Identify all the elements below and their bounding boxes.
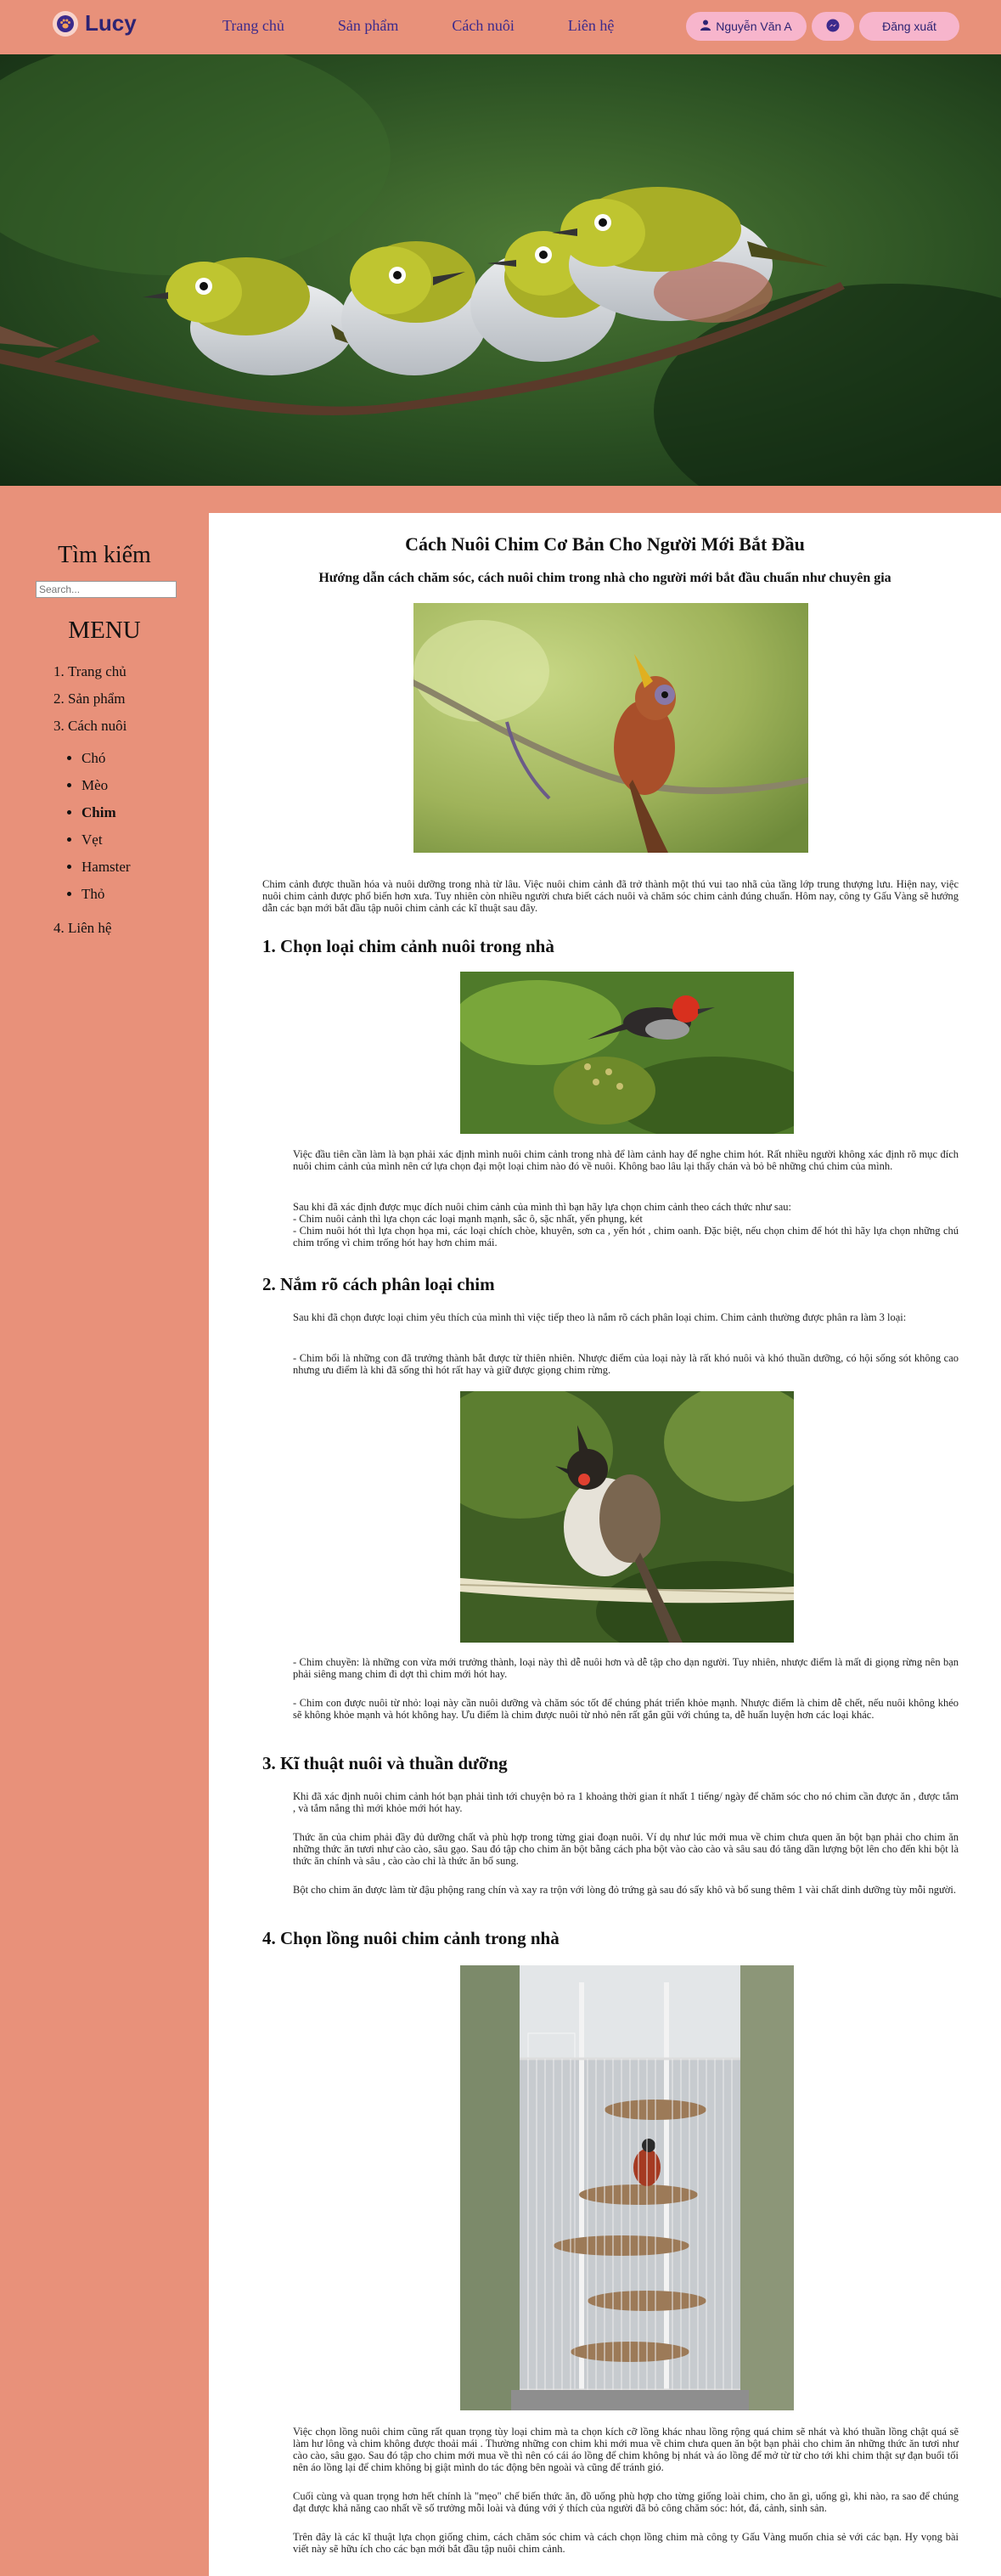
submenu-item-bird[interactable]: Chim <box>82 804 209 821</box>
section-1-paragraph-2: Sau khi đã xác định được mục đích nuôi c… <box>293 1201 792 1213</box>
search-title: Tìm kiếm <box>58 542 151 568</box>
sidebar-submenu: Chó Mèo Chim Vẹt Hamster Thỏ <box>68 750 209 903</box>
submenu-item-cat[interactable]: Mèo <box>82 777 209 794</box>
section-3-paragraph-3: Bột cho chim ăn được làm từ đậu phộng ra… <box>293 1884 957 1896</box>
nav-contact[interactable]: Liên hệ <box>568 17 614 35</box>
sidebar: Tìm kiếm MENU Trang chủ Sản phẩm Cách nu… <box>0 513 209 947</box>
section-2-paragraph-3: - Chim chuyền: là những con vừa mới trưở… <box>293 1656 959 1680</box>
section-2-paragraph-4: - Chim con được nuôi từ nhỏ: loại này cầ… <box>293 1697 959 1721</box>
submenu-item-hamster[interactable]: Hamster <box>82 859 209 876</box>
section-4-paragraph-3: Trên đây là các kĩ thuật lựa chọn giống … <box>293 2531 959 2555</box>
logout-button[interactable]: Đăng xuất <box>859 12 959 41</box>
article-title: Cách Nuôi Chim Cơ Bản Cho Người Mới Bắt … <box>405 533 805 555</box>
user-name: Nguyễn Văn A <box>716 20 792 33</box>
section-2-paragraph-2: - Chim bổi là những con đã trưởng thành … <box>293 1352 959 1376</box>
sidebar-item-care[interactable]: Cách nuôi Chó Mèo Chim Vẹt Hamster Thỏ <box>68 718 209 903</box>
section-4-heading: 4. Chọn lồng nuôi chim cảnh trong nhà <box>262 1928 560 1948</box>
section-1-heading: 1. Chọn loại chim cảnh nuôi trong nhà <box>262 936 554 956</box>
section-2-heading: 2. Nắm rõ cách phân loại chim <box>262 1274 495 1294</box>
section-1-paragraph-1: Việc đầu tiên cần làm là bạn phải xác đị… <box>293 1148 959 1172</box>
article: Cách Nuôi Chim Cơ Bản Cho Người Mới Bắt … <box>209 513 1001 2576</box>
nav-home[interactable]: Trang chủ <box>222 17 284 35</box>
messenger-icon <box>826 19 840 35</box>
section-1-paragraph-3: - Chim nuôi cảnh thì lựa chọn các loại m… <box>293 1213 643 1225</box>
sidebar-item-home[interactable]: Trang chủ <box>68 663 209 680</box>
submenu-item-dog[interactable]: Chó <box>82 750 209 767</box>
logo[interactable]: Lucy <box>53 10 137 37</box>
nav-products[interactable]: Sản phẩm <box>338 17 399 35</box>
search-input[interactable] <box>36 581 177 598</box>
paw-icon <box>53 10 78 37</box>
red-headed-bird-image <box>460 972 794 1134</box>
sidebar-item-contact[interactable]: Liên hệ <box>68 920 209 937</box>
section-3-paragraph-1: Khi đã xác định nuôi chim cảnh hót bạn p… <box>293 1790 959 1814</box>
article-subtitle: Hướng dẫn cách chăm sóc, cách nuôi chim … <box>318 571 891 585</box>
section-2-paragraph-1: Sau khi đã chọn được loại chim yêu thích… <box>293 1311 907 1323</box>
bulbul-on-rope-image <box>460 1391 794 1643</box>
user-icon <box>700 20 711 33</box>
menu-title: MENU <box>68 617 141 644</box>
section-3-heading: 3. Kĩ thuật nuôi và thuần dưỡng <box>262 1753 508 1773</box>
messenger-button[interactable] <box>812 12 854 41</box>
section-1-paragraph-4: - Chim nuôi hót thì lựa chọn họa mi, các… <box>293 1225 959 1249</box>
sidebar-menu: Trang chủ Sản phẩm Cách nuôi Chó Mèo Chi… <box>0 663 209 937</box>
sidebar-item-products[interactable]: Sản phẩm <box>68 691 209 707</box>
section-4-paragraph-2: Cuối cùng và quan trọng hơn hết chính là… <box>293 2490 959 2514</box>
bird-on-branch-image <box>413 603 808 853</box>
section-4-paragraph-1: Việc chọn lồng nuôi chim cũng rất quan t… <box>293 2426 959 2473</box>
section-3-paragraph-2: Thức ăn của chim phải đầy đủ dưỡng chất … <box>293 1831 959 1867</box>
main-nav: Trang chủ Sản phẩm Cách nuôi Liên hệ <box>222 17 614 35</box>
submenu-item-rabbit[interactable]: Thỏ <box>82 886 209 903</box>
user-button[interactable]: Nguyễn Văn A <box>686 12 807 41</box>
hero-banner-image <box>0 54 1001 486</box>
logo-text: Lucy <box>85 10 137 36</box>
sidebar-item-care-label: Cách nuôi <box>68 718 127 734</box>
birdcage-image <box>460 1965 794 2410</box>
nav-care[interactable]: Cách nuôi <box>452 17 515 35</box>
submenu-item-parrot[interactable]: Vẹt <box>82 831 209 848</box>
intro-paragraph: Chim cảnh được thuần hóa và nuôi dưỡng t… <box>262 878 959 914</box>
header: Lucy Trang chủ Sản phẩm Cách nuôi Liên h… <box>0 0 1001 54</box>
